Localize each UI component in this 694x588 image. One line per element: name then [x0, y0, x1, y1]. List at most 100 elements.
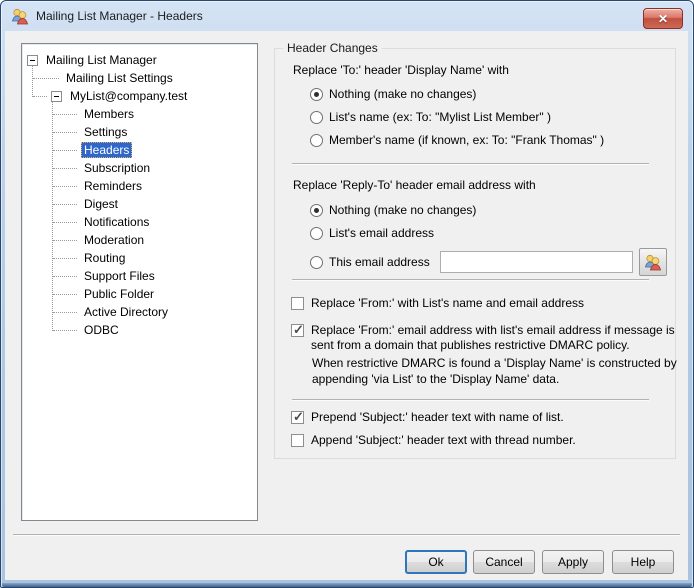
tree-connector-dots: [53, 222, 77, 223]
radio-label: List's name (ex: To: "Mylist List Member…: [329, 110, 551, 124]
tree-item-label: Settings: [81, 124, 130, 140]
radio-button[interactable]: [310, 256, 323, 269]
tree-item-label: Subscription: [81, 160, 153, 176]
tree-item-subscription[interactable]: Subscription: [22, 159, 257, 177]
append-subject-label: Append 'Subject:' header text with threa…: [311, 433, 576, 448]
tree-item-label: Members: [81, 106, 137, 122]
tree-item-mailing-list-manager[interactable]: Mailing List Manager: [22, 51, 257, 69]
radio-option-nothing-make-no-changes[interactable]: Nothing (make no changes): [310, 86, 604, 102]
tree-item-active-directory[interactable]: Active Directory: [22, 303, 257, 321]
window-title: Mailing List Manager - Headers: [36, 9, 203, 23]
tree-item-routing[interactable]: Routing: [22, 249, 257, 267]
tree-connector-dots: [53, 312, 77, 313]
tree-collapse-icon[interactable]: [51, 91, 62, 102]
radio-option-member-s-name-if-known-ex-to-frank-thoma[interactable]: Member's name (if known, ex: To: "Frank …: [310, 132, 604, 148]
tree-item-digest[interactable]: Digest: [22, 195, 257, 213]
prepend-subject-checkbox[interactable]: [291, 411, 304, 424]
dmarc-checkbox[interactable]: [291, 324, 304, 337]
dmarc-checkbox-row[interactable]: Replace 'From:' email address with list'…: [291, 323, 675, 353]
tree-item-moderation[interactable]: Moderation: [22, 231, 257, 249]
separator: [292, 399, 649, 401]
tree-item-odbc[interactable]: ODBC: [22, 321, 257, 339]
tree-connector-dots: [53, 240, 77, 241]
tree-connector-dots: [53, 186, 77, 187]
radio-label: This email address: [329, 255, 430, 269]
replace-from-label: Replace 'From:' with List's name and ema…: [311, 296, 584, 311]
tree-connector-dots: [33, 96, 47, 97]
radio-option-list-s-name-ex-to-mylist-list-member[interactable]: List's name (ex: To: "Mylist List Member…: [310, 109, 604, 125]
tree-item-label: Moderation: [81, 232, 147, 248]
prepend-subject-label: Prepend 'Subject:' header text with name…: [311, 410, 564, 425]
tree-item-public-folder[interactable]: Public Folder: [22, 285, 257, 303]
tree-item-reminders[interactable]: Reminders: [22, 177, 257, 195]
people-icon: [10, 7, 30, 25]
radio-option-nothing-make-no-changes[interactable]: Nothing (make no changes): [310, 202, 667, 218]
replace-replyto-label: Replace 'Reply-To' header email address …: [293, 178, 536, 192]
radio-button[interactable]: [310, 111, 323, 124]
tree-connector-dots: [33, 78, 59, 79]
tree-item-label: Active Directory: [81, 304, 171, 320]
tree-item-members[interactable]: Members: [22, 105, 257, 123]
tree-item-headers[interactable]: Headers: [22, 141, 257, 159]
tree-item-label: Routing: [81, 250, 128, 266]
tree-item-mylist-company-test[interactable]: MyList@company.test: [22, 87, 257, 105]
radio-button[interactable]: [310, 88, 323, 101]
cancel-button[interactable]: Cancel: [473, 550, 535, 574]
tree-item-label: MyList@company.test: [67, 88, 190, 104]
replace-replyto-options: Nothing (make no changes) List's email ad…: [310, 202, 667, 283]
tree-connector-dots: [53, 330, 77, 331]
group-title: Header Changes: [283, 41, 382, 55]
close-icon: ✕: [658, 13, 668, 25]
tree-connector-dots: [53, 150, 77, 151]
prepend-subject-checkbox-row[interactable]: Prepend 'Subject:' header text with name…: [291, 410, 564, 425]
tree-connector-dots: [53, 258, 77, 259]
tree-item-label: Mailing List Manager: [43, 52, 160, 68]
close-button[interactable]: ✕: [643, 8, 683, 29]
tree-connector-dots: [53, 276, 77, 277]
titlebar: Mailing List Manager - Headers ✕: [1, 1, 693, 31]
replace-to-label: Replace 'To:' header 'Display Name' with: [293, 63, 509, 77]
window-frame-bottom: [2, 583, 692, 587]
tree-item-label: Mailing List Settings: [63, 70, 176, 86]
replace-to-options: Nothing (make no changes) List's name (ex…: [310, 86, 604, 155]
replace-from-checkbox[interactable]: [291, 297, 304, 310]
tree-connector-dots: [53, 204, 77, 205]
radio-option-list-s-email-address[interactable]: List's email address: [310, 225, 667, 241]
navigation-tree[interactable]: Mailing List Manager Mailing List Setting…: [21, 43, 258, 521]
radio-label: Member's name (if known, ex: To: "Frank …: [329, 133, 604, 147]
radio-button[interactable]: [310, 227, 323, 240]
tree-item-label: Public Folder: [81, 286, 157, 302]
tree-item-notifications[interactable]: Notifications: [22, 213, 257, 231]
radio-button[interactable]: [310, 204, 323, 217]
separator: [292, 163, 649, 165]
ok-button[interactable]: Ok: [405, 550, 467, 574]
tree-item-label: Support Files: [81, 268, 158, 284]
this-email-address-input[interactable]: [440, 251, 633, 273]
tree-item-settings[interactable]: Settings: [22, 123, 257, 141]
radio-label: Nothing (make no changes): [329, 87, 476, 101]
tree-item-label: ODBC: [81, 322, 122, 338]
tree-item-support-files[interactable]: Support Files: [22, 267, 257, 285]
dmarc-note: When restrictive DMARC is found a 'Displ…: [312, 355, 684, 387]
tree-collapse-icon[interactable]: [27, 55, 38, 66]
tree-connector-dots: [53, 114, 77, 115]
replace-from-checkbox-row[interactable]: Replace 'From:' with List's name and ema…: [291, 296, 584, 311]
header-changes-group: Header Changes Replace 'To:' header 'Dis…: [274, 48, 676, 459]
tree-item-label: Headers: [81, 142, 132, 158]
radio-option-this-email-address[interactable]: This email address: [310, 248, 667, 276]
dialog-client-area: Mailing List Manager Mailing List Setting…: [5, 31, 688, 580]
contacts-people-icon-button[interactable]: [639, 248, 667, 276]
tree-connector-dots: [53, 132, 77, 133]
radio-label: List's email address: [329, 226, 434, 240]
append-subject-checkbox-row[interactable]: Append 'Subject:' header text with threa…: [291, 433, 576, 448]
tree-item-mailing-list-settings[interactable]: Mailing List Settings: [22, 69, 257, 87]
help-button[interactable]: Help: [612, 550, 674, 574]
radio-button[interactable]: [310, 134, 323, 147]
radio-label: Nothing (make no changes): [329, 203, 476, 217]
tree-item-label: Reminders: [81, 178, 145, 194]
tree-item-label: Digest: [81, 196, 121, 212]
apply-button[interactable]: Apply: [542, 550, 604, 574]
append-subject-checkbox[interactable]: [291, 434, 304, 447]
footer-separator: [13, 534, 680, 536]
dialog-window: Mailing List Manager - Headers ✕ Mailing…: [0, 0, 694, 588]
